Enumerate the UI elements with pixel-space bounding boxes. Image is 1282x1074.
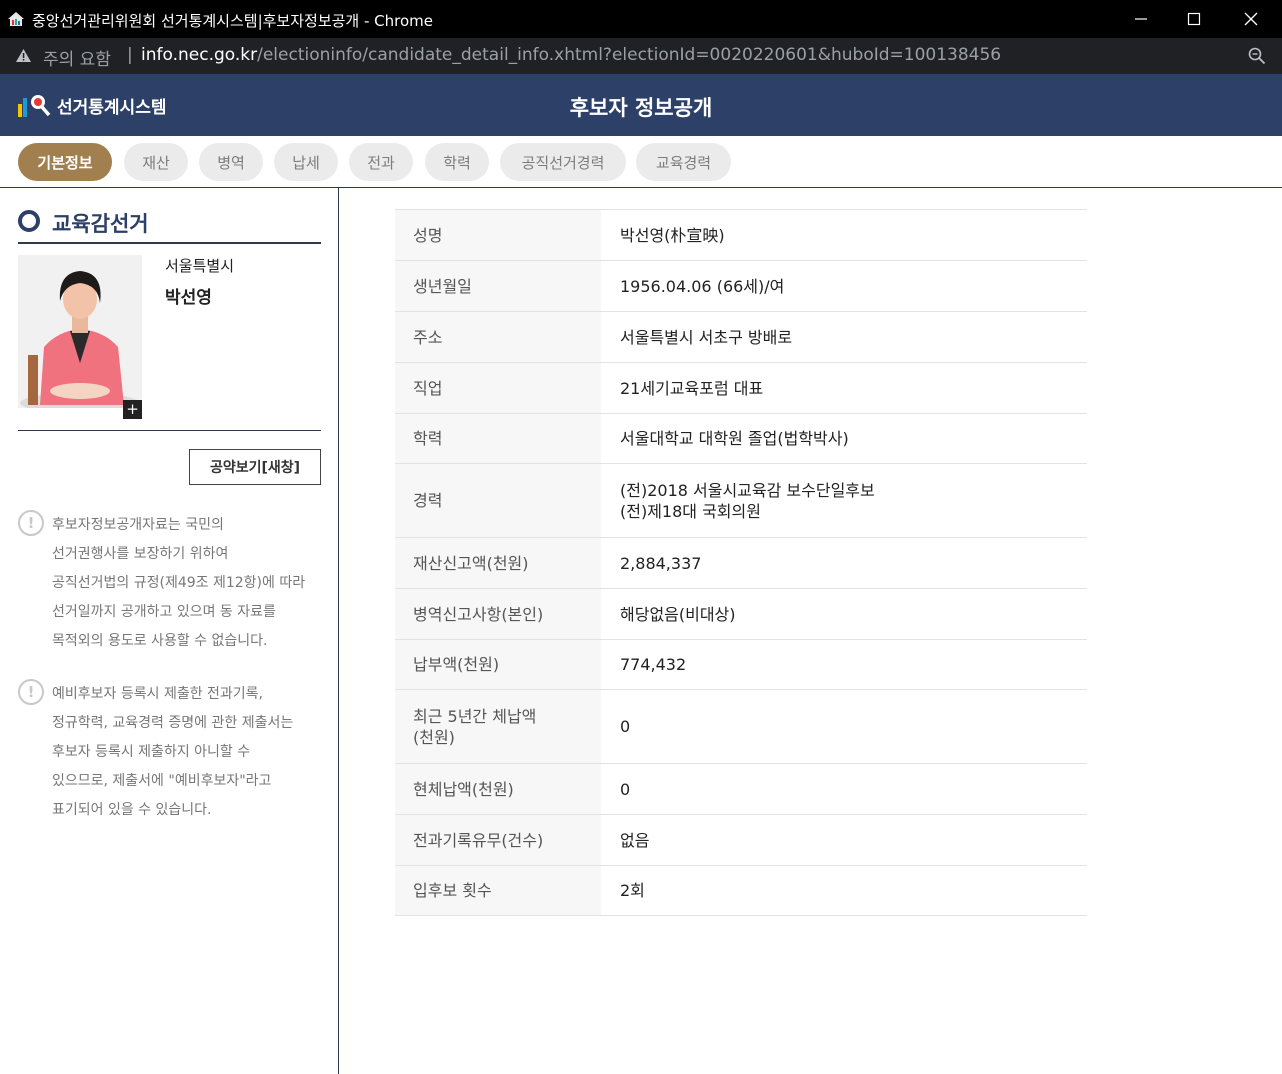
app-icon: [8, 12, 24, 26]
exclamation-icon: !: [18, 510, 44, 536]
row-label: 생년월일: [395, 261, 601, 311]
row-label: 주소: [395, 312, 601, 362]
row-value: 774,432: [620, 655, 687, 674]
row-value: 없음: [620, 830, 650, 850]
table-row: 재산신고액(천원) 2,884,337: [395, 538, 1087, 589]
candidate-region: 서울특별시: [165, 257, 235, 275]
tab-military[interactable]: 병역: [199, 143, 263, 181]
candidate-info-table: 성명 박선영(朴宣映) 생년월일 1956.04.06 (66세)/여 주소 서…: [395, 209, 1087, 916]
url-text[interactable]: info.nec.go.kr/electioninfo/candidate_de…: [141, 45, 1001, 65]
table-row: 직업 21세기교육포럼 대표: [395, 363, 1087, 414]
row-label: 학력: [395, 414, 601, 463]
notice-text: 후보자정보공개자료는 국민의 선거권행사를 보장하기 위하여 공직선거법의 규정…: [52, 517, 306, 649]
table-row: 학력 서울대학교 대학원 졸업(법학박사): [395, 414, 1087, 464]
table-row: 입후보 횟수 2회: [395, 866, 1087, 916]
row-value: 박선영(朴宣映): [620, 225, 725, 245]
notice-text: 예비후보자 등록시 제출한 전과기록, 정규학력, 교육경력 증명에 관한 제출…: [52, 686, 294, 818]
tab-basic-info[interactable]: 기본정보: [18, 143, 112, 181]
row-value: 0: [620, 717, 631, 736]
candidate-info-panel: 성명 박선영(朴宣映) 생년월일 1956.04.06 (66세)/여 주소 서…: [340, 188, 1282, 1074]
row-label: 경력: [395, 464, 601, 537]
ring-icon: [18, 210, 40, 232]
exclamation-icon: !: [18, 679, 44, 705]
row-label: 성명: [395, 210, 601, 260]
window-title: 중앙선거관리위원회 선거통계시스템|후보자정보공개 - Chrome: [32, 12, 434, 30]
row-label: 납부액(천원): [395, 640, 601, 689]
minimize-button[interactable]: [1112, 0, 1170, 38]
security-warning-label[interactable]: 주의 요함: [43, 45, 111, 70]
enlarge-photo-button[interactable]: +: [123, 400, 142, 419]
row-label: 현체납액(천원): [395, 764, 601, 814]
table-row: 최근 5년간 체납액 (천원) 0: [395, 690, 1087, 764]
row-label: 최근 5년간 체납액 (천원): [395, 690, 601, 763]
table-row: 주소 서울특별시 서초구 방배로: [395, 312, 1087, 363]
notice-preliminary: ! 예비후보자 등록시 제출한 전과기록, 정규학력, 교육경력 증명에 관한 …: [18, 679, 323, 829]
table-row: 현체납액(천원) 0: [395, 764, 1087, 815]
tab-tax[interactable]: 납세: [274, 143, 338, 181]
table-row: 생년월일 1956.04.06 (66세)/여: [395, 261, 1087, 312]
category-tabs: 기본정보 재산 병역 납세 전과 학력 공직선거경력 교육경력: [0, 136, 1282, 188]
row-value: 21세기교육포럼 대표: [620, 378, 764, 398]
url-host: info.nec.go.kr: [141, 45, 258, 65]
zoom-icon[interactable]: [1248, 47, 1266, 65]
url-path: /electioninfo/candidate_detail_info.xhtm…: [257, 45, 1002, 65]
minimize-icon: [1135, 18, 1147, 20]
candidate-photo[interactable]: [18, 255, 142, 408]
close-button[interactable]: [1222, 0, 1280, 38]
candidate-name: 박선영: [165, 288, 212, 308]
tab-property[interactable]: 재산: [124, 143, 188, 181]
row-label: 재산신고액(천원): [395, 538, 601, 588]
maximize-button[interactable]: [1165, 0, 1223, 38]
election-type-title: 교육감선거: [52, 212, 149, 236]
row-value: 2회: [620, 881, 645, 900]
tab-election-history[interactable]: 공직선거경력: [500, 143, 626, 181]
site-header: 선거통계시스템 후보자 정보공개: [0, 74, 1282, 136]
row-value: 해당없음(비대상): [620, 604, 736, 624]
tab-criminal-record[interactable]: 전과: [349, 143, 413, 181]
view-pledge-button[interactable]: 공약보기[새창]: [189, 449, 321, 485]
table-row: 성명 박선영(朴宣映): [395, 210, 1087, 261]
table-row: 전과기록유무(건수) 없음: [395, 815, 1087, 866]
address-separator: |: [127, 45, 133, 65]
row-label: 입후보 횟수: [395, 866, 601, 915]
table-row: 경력 (전)2018 서울시교육감 보수단일후보 (전)제18대 국회의원: [395, 464, 1087, 538]
warning-triangle-icon: [16, 49, 31, 62]
close-icon: [1244, 12, 1258, 26]
candidate-sidebar: 교육감선거 + 서울특별시 박선영 공약보기[새창] ! 후보자정보공개자료는 …: [0, 188, 339, 1074]
row-label: 전과기록유무(건수): [395, 815, 601, 865]
address-bar[interactable]: 주의 요함 | info.nec.go.kr/electioninfo/cand…: [0, 38, 1282, 74]
row-value: 0: [620, 779, 631, 799]
row-label: 직업: [395, 363, 601, 413]
window-titlebar: 중앙선거관리위원회 선거통계시스템|후보자정보공개 - Chrome: [0, 0, 1282, 38]
tab-education[interactable]: 학력: [425, 143, 489, 181]
table-row: 병역신고사항(본인) 해당없음(비대상): [395, 589, 1087, 640]
tab-teaching-career[interactable]: 교육경력: [636, 143, 731, 181]
row-value: 서울대학교 대학원 졸업(법학박사): [620, 429, 849, 448]
notice-disclosure: ! 후보자정보공개자료는 국민의 선거권행사를 보장하기 위하여 공직선거법의 …: [18, 510, 323, 660]
row-value: 2,884,337: [620, 553, 702, 573]
row-value: 1956.04.06 (66세)/여: [620, 276, 785, 296]
row-value: (전)2018 서울시교육감 보수단일후보 (전)제18대 국회의원: [620, 480, 875, 521]
divider: [18, 430, 321, 431]
row-value: 서울특별시 서초구 방배로: [620, 327, 793, 347]
section-header: 교육감선거: [18, 208, 321, 244]
maximize-icon: [1187, 12, 1201, 26]
page-title: 후보자 정보공개: [569, 96, 713, 120]
row-label: 병역신고사항(본인): [395, 589, 601, 639]
table-row: 납부액(천원) 774,432: [395, 640, 1087, 690]
candidate-portrait-icon: [18, 255, 142, 408]
